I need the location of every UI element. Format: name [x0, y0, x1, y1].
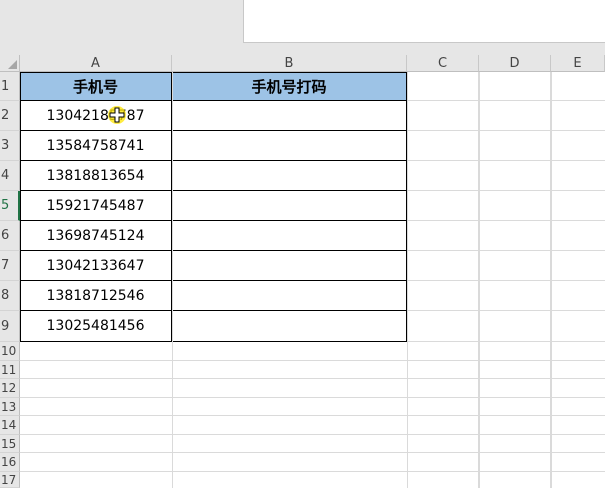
- row-header-4[interactable]: 4: [0, 161, 20, 191]
- row-header-2[interactable]: 2: [0, 101, 20, 131]
- gridline-vertical: [172, 72, 173, 488]
- row-header-14[interactable]: 14: [0, 416, 20, 435]
- row-header-6[interactable]: 6: [0, 221, 20, 251]
- row-header-8[interactable]: 8: [0, 281, 20, 311]
- row-header-17[interactable]: 17: [0, 472, 20, 488]
- cell-b2[interactable]: [172, 101, 407, 131]
- cell-b9[interactable]: [172, 311, 407, 342]
- cell-b8[interactable]: [172, 281, 407, 311]
- gridline-horizontal: [407, 130, 605, 131]
- row-header-11[interactable]: 11: [0, 361, 20, 379]
- cell-a5[interactable]: 15921745487: [20, 191, 172, 221]
- row-header-15[interactable]: 15: [0, 435, 20, 453]
- gridline-horizontal: [20, 397, 605, 398]
- column-header-c[interactable]: C: [407, 55, 479, 72]
- cell-a3[interactable]: 13584758741: [20, 131, 172, 161]
- cell-a7[interactable]: 13042133647: [20, 251, 172, 281]
- cell-b1[interactable]: 手机号打码: [172, 72, 407, 101]
- row-header-7[interactable]: 7: [0, 251, 20, 281]
- column-header-a[interactable]: A: [20, 55, 172, 72]
- cell-a6[interactable]: 13698745124: [20, 221, 172, 251]
- select-all-corner[interactable]: [0, 55, 20, 72]
- row-header-5[interactable]: 5: [0, 191, 20, 221]
- gridline-horizontal: [407, 220, 605, 221]
- gridline-horizontal: [20, 415, 605, 416]
- gridline-horizontal: [20, 434, 605, 435]
- gridline-horizontal: [407, 100, 605, 101]
- row-header-9[interactable]: 9: [0, 311, 20, 342]
- formula-bar-area[interactable]: [243, 0, 605, 43]
- gridline-horizontal: [20, 378, 605, 379]
- cell-b4[interactable]: [172, 161, 407, 191]
- gridline-horizontal: [407, 250, 605, 251]
- column-header-b[interactable]: B: [172, 55, 407, 72]
- gridline-horizontal: [407, 310, 605, 311]
- column-header-e[interactable]: E: [551, 55, 605, 72]
- gridline-horizontal: [20, 360, 605, 361]
- gridline-horizontal: [20, 452, 605, 453]
- ribbon-area-bottom: [0, 43, 605, 55]
- gridline-horizontal: [407, 160, 605, 161]
- row-header-13[interactable]: 13: [0, 398, 20, 416]
- column-header-d[interactable]: D: [479, 55, 551, 72]
- cell-a8[interactable]: 13818712546: [20, 281, 172, 311]
- gridline-horizontal: [20, 471, 605, 472]
- cell-a9[interactable]: 13025481456: [20, 311, 172, 342]
- row-header-12[interactable]: 12: [0, 379, 20, 398]
- ribbon-area-left: [0, 0, 243, 43]
- cell-a1[interactable]: 手机号: [20, 72, 172, 101]
- cell-a2[interactable]: 13042185787: [20, 101, 172, 131]
- row-header-3[interactable]: 3: [0, 131, 20, 161]
- cell-b3[interactable]: [172, 131, 407, 161]
- move-cursor-icon: [109, 107, 125, 123]
- row-header-10[interactable]: 10: [0, 342, 20, 361]
- select-all-triangle-icon: [8, 60, 17, 69]
- title-area: [0, 0, 605, 55]
- cell-a4[interactable]: 13818813654: [20, 161, 172, 191]
- cell-b6[interactable]: [172, 221, 407, 251]
- gridline-horizontal: [407, 341, 605, 342]
- cell-b5[interactable]: [172, 191, 407, 221]
- gridline-horizontal: [407, 190, 605, 191]
- gridline-horizontal: [407, 280, 605, 281]
- cell-b7[interactable]: [172, 251, 407, 281]
- row-header-16[interactable]: 16: [0, 453, 20, 472]
- row-header-1[interactable]: 1: [0, 72, 20, 101]
